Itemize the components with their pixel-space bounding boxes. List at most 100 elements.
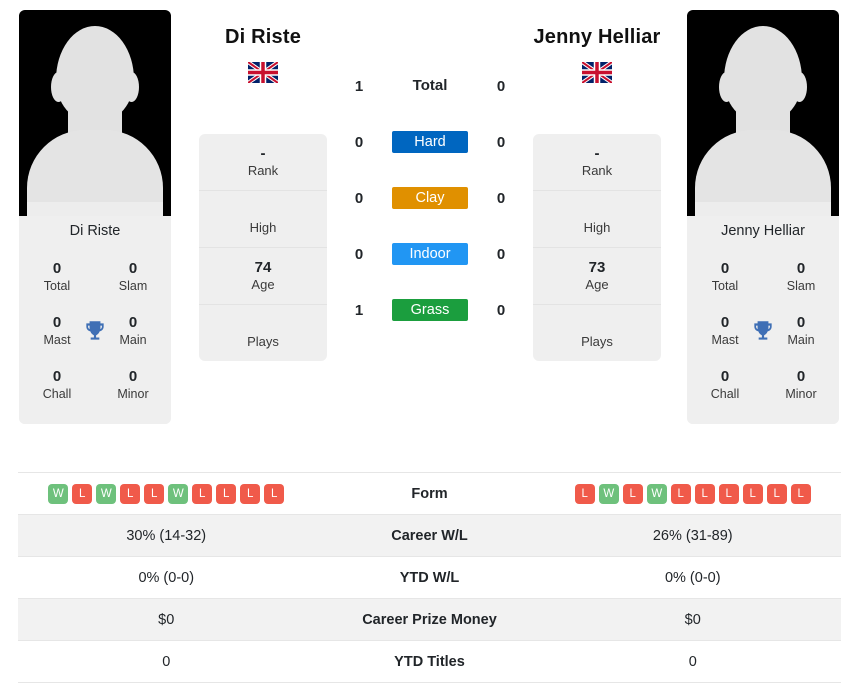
table-row-ytd-titles: 0 YTD Titles 0 <box>18 641 841 683</box>
h2h-indoor-left-count: 0 <box>354 245 364 263</box>
form-badge-left-3[interactable]: L <box>120 483 141 504</box>
stat-slam-right: 0 Slam <box>763 260 839 294</box>
h2h-clay-badge-wrap: Clay <box>378 187 482 209</box>
head-to-head-panel: Di Riste 0 Total 0 Slam 0 Mast 0 Main 0 … <box>0 0 859 462</box>
form-badge-left-4[interactable]: L <box>144 483 165 504</box>
career-prize-money-left: $0 <box>158 611 175 628</box>
avatar-body-shape <box>695 130 831 216</box>
info-high-label-left: High <box>249 219 277 235</box>
info-high-label-right: High <box>583 219 611 235</box>
h2h-row-indoor: 0 Indoor 0 <box>340 226 520 282</box>
stat-minor-left: 0 Minor <box>95 368 171 402</box>
info-rank-value-right: - <box>594 145 600 163</box>
h2h-total-label-wrap: Total <box>378 77 482 95</box>
form-badge-right-3[interactable]: W <box>646 483 667 504</box>
surface-badge-indoor[interactable]: Indoor <box>392 243 468 265</box>
form-badge-left-0[interactable]: W <box>48 483 69 504</box>
form-strip-right: LWLWLLLLLL <box>545 483 842 504</box>
form-badge-right-7[interactable]: L <box>742 483 763 504</box>
form-badge-right-4[interactable]: L <box>670 483 691 504</box>
form-badge-left-7[interactable]: L <box>216 483 237 504</box>
info-age-left: 74 Age <box>199 248 327 305</box>
titles-row-mast-main-right: 0 Mast 0 Main <box>687 304 839 358</box>
table-row-career-prize-money: $0 Career Prize Money $0 <box>18 599 841 641</box>
stat-total-label-right: Total <box>711 279 739 294</box>
form-badge-right-5[interactable]: L <box>694 483 715 504</box>
h2h-row-clay: 0 Clay 0 <box>340 170 520 226</box>
form-badge-right-2[interactable]: L <box>622 483 643 504</box>
stat-slam-label-left: Slam <box>118 279 148 294</box>
trophy-icon <box>86 321 104 340</box>
form-badge-right-6[interactable]: L <box>718 483 739 504</box>
form-badge-right-8[interactable]: L <box>766 483 787 504</box>
h2h-column: 1 Total 0 0 Hard 0 0 Clay 0 0 Indoor 0 1 Grass 0 <box>340 58 520 338</box>
career-wl-right: 26% (31-89) <box>652 527 733 544</box>
surface-badge-clay[interactable]: Clay <box>392 187 468 209</box>
stat-minor-right: 0 Minor <box>763 368 839 402</box>
stat-chall-label-right: Chall <box>710 387 740 402</box>
info-rank-label-left: Rank <box>247 162 279 178</box>
stat-slam-value-left: 0 <box>128 259 138 277</box>
h2h-grass-left-count: 1 <box>354 301 364 319</box>
stat-slam-label-right: Slam <box>786 279 816 294</box>
h2h-surface-rows: 0 Hard 0 0 Clay 0 0 Indoor 0 1 Grass 0 <box>340 114 520 338</box>
h2h-clay-right-count: 0 <box>496 189 506 207</box>
titles-row-total-slam-left: 0 Total 0 Slam <box>19 250 171 304</box>
info-rank-value-left: - <box>260 145 266 163</box>
stat-chall-right: 0 Chall <box>687 367 763 402</box>
stat-total-left: 0 Total <box>19 260 95 294</box>
table-row-ytd-wl: 0% (0-0) YTD W/L 0% (0-0) <box>18 557 841 599</box>
form-badge-right-1[interactable]: W <box>598 483 619 504</box>
titles-row-chall-minor-left: 0 Chall 0 Minor <box>19 358 171 412</box>
stat-total-label-left: Total <box>43 279 71 294</box>
titles-grid-right: 0 Total 0 Slam 0 Mast 0 Main 0 Chall 0 M… <box>687 246 839 424</box>
surface-badge-grass[interactable]: Grass <box>392 299 468 321</box>
h2h-grass-right-count: 0 <box>496 301 506 319</box>
stat-chall-value-right: 0 <box>720 367 730 385</box>
avatar-ear-left-shape <box>719 72 734 102</box>
form-badge-left-9[interactable]: L <box>264 483 285 504</box>
uk-flag-icon <box>248 62 278 83</box>
h2h-hard-right-count: 0 <box>496 133 506 151</box>
avatar-ear-right-shape <box>792 72 807 102</box>
table-label-career-wl: Career W/L <box>391 527 468 544</box>
stat-chall-label-left: Chall <box>42 387 72 402</box>
info-plays-label-left: Plays <box>247 333 279 349</box>
info-age-right: 73 Age <box>533 248 661 305</box>
form-badge-left-8[interactable]: L <box>240 483 261 504</box>
table-label-career-prize-money: Career Prize Money <box>362 611 497 628</box>
stat-total-value-right: 0 <box>720 259 730 277</box>
career-wl-left: 30% (14-32) <box>126 527 207 544</box>
titles-grid-left: 0 Total 0 Slam 0 Mast 0 Main 0 Chall 0 M… <box>19 246 171 424</box>
player-card-name-left: Di Riste <box>19 216 171 246</box>
info-rank-label-right: Rank <box>581 162 613 178</box>
ytd-titles-left: 0 <box>162 653 171 670</box>
form-badge-right-9[interactable]: L <box>790 483 811 504</box>
stat-minor-label-right: Minor <box>785 387 817 402</box>
player-name-right[interactable]: Jenny Helliar <box>482 26 712 49</box>
titles-row-mast-main-left: 0 Mast 0 Main <box>19 304 171 358</box>
h2h-total-right-count: 0 <box>496 77 506 95</box>
form-badge-left-6[interactable]: L <box>192 483 213 504</box>
table-label-form: Form <box>411 485 448 502</box>
player-info-card-right: - Rank High 73 Age Plays <box>533 134 661 361</box>
h2h-indoor-right-count: 0 <box>496 245 506 263</box>
info-rank-right: - Rank <box>533 134 661 191</box>
surface-badge-hard[interactable]: Hard <box>392 131 468 153</box>
h2h-row-total: 1 Total 0 <box>340 58 520 114</box>
form-badge-left-1[interactable]: L <box>72 483 93 504</box>
player-info-card-left: - Rank High 74 Age Plays <box>199 134 327 361</box>
stat-slam-left: 0 Slam <box>95 259 171 294</box>
trophy-icon <box>754 321 772 340</box>
info-age-label-right: Age <box>585 276 609 292</box>
player-name-left[interactable]: Di Riste <box>148 26 378 49</box>
info-high-left: High <box>199 191 327 248</box>
avatar-ear-left-shape <box>51 72 66 102</box>
form-badge-left-2[interactable]: W <box>96 483 117 504</box>
h2h-row-grass: 1 Grass 0 <box>340 282 520 338</box>
form-badge-left-5[interactable]: W <box>168 483 189 504</box>
form-badge-right-0[interactable]: L <box>574 483 595 504</box>
h2h-grass-badge-wrap: Grass <box>378 299 482 321</box>
info-plays-right: Plays <box>533 305 661 361</box>
info-age-value-right: 73 <box>588 259 606 277</box>
